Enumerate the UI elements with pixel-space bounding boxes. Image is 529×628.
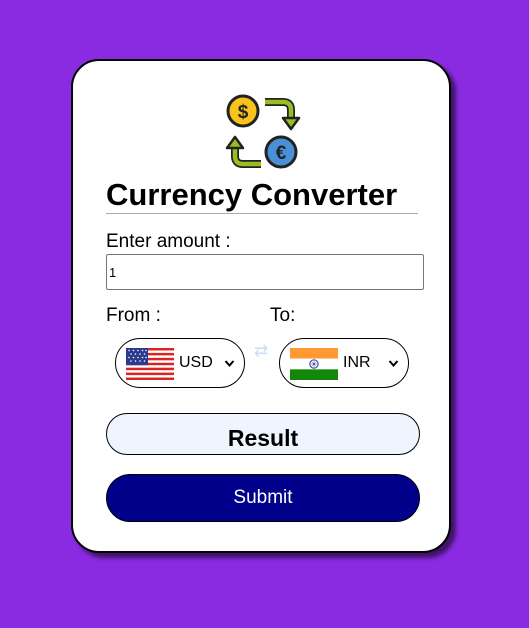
from-currency-code: USD bbox=[179, 354, 213, 371]
to-currency-select[interactable]: INR bbox=[279, 338, 409, 388]
swap-icon: ⇄ bbox=[254, 341, 269, 360]
currency-exchange-icon: $ € bbox=[225, 94, 301, 169]
page-title: Currency Converter bbox=[106, 177, 398, 212]
from-label: From : bbox=[106, 305, 161, 326]
title-divider bbox=[106, 213, 418, 214]
from-currency-select[interactable]: USD bbox=[115, 338, 245, 388]
to-currency-code: INR bbox=[343, 354, 371, 371]
amount-input[interactable] bbox=[106, 254, 424, 290]
converter-card: $ € Currency Converter Enter amount : Fr… bbox=[71, 59, 451, 553]
chevron-down-icon bbox=[224, 360, 235, 368]
us-flag-icon bbox=[126, 348, 174, 380]
to-label: To: bbox=[270, 305, 296, 326]
chevron-down-icon bbox=[388, 360, 399, 368]
result-display: Result bbox=[106, 413, 420, 455]
amount-label: Enter amount : bbox=[106, 231, 231, 252]
svg-text:$: $ bbox=[238, 102, 249, 123]
submit-button[interactable]: Submit bbox=[106, 474, 420, 522]
india-flag-icon bbox=[290, 348, 338, 380]
svg-text:€: € bbox=[276, 143, 287, 164]
